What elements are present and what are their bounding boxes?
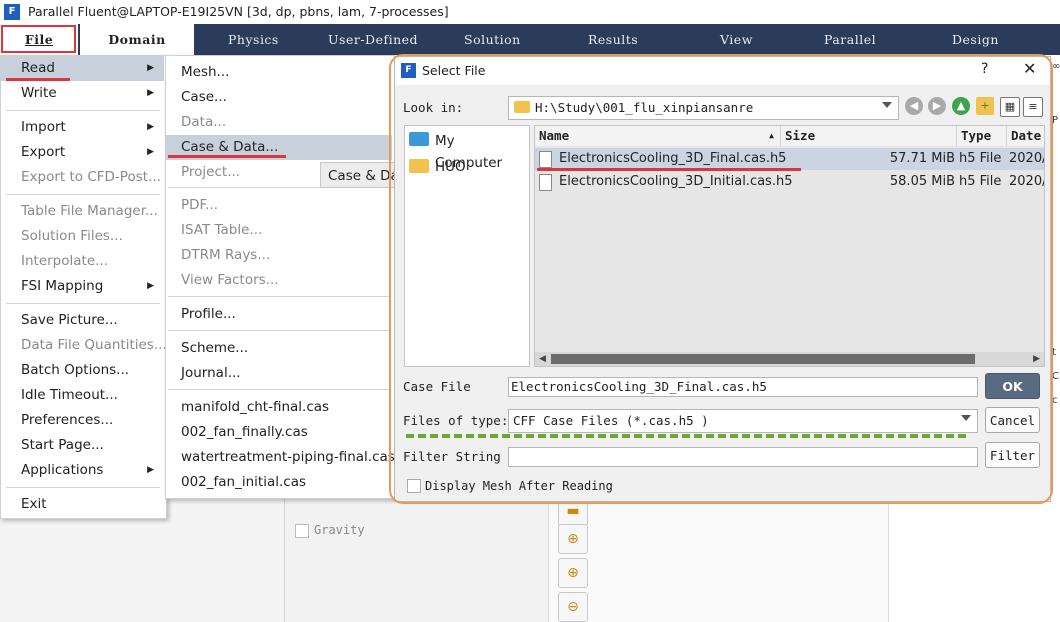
file-tab-highlight-box xyxy=(1,25,76,53)
recent-file-item[interactable]: manifold_cht-final.cas xyxy=(166,395,392,420)
menu-item-fsi-mapping[interactable]: FSI Mapping ▶ xyxy=(1,274,164,299)
right-edge-panel: ∞ P t C c xyxy=(1052,55,1060,496)
submenu-item-pdf: PDF... xyxy=(181,197,219,213)
gravity-label: Gravity xyxy=(314,523,365,537)
submenu-item-isat-table: ISAT Table... xyxy=(181,222,263,238)
window-title: Parallel Fluent@LAPTOP-E19I25VN [3d, dp,… xyxy=(28,4,449,19)
submenu-item-journal[interactable]: Journal... xyxy=(166,361,392,386)
console-panel xyxy=(888,496,1060,622)
menu-item-idle-timeout[interactable]: Idle Timeout... xyxy=(1,383,164,408)
tab-physics[interactable]: Physics xyxy=(228,24,279,55)
zoom-fit-icon[interactable]: ⊕ xyxy=(558,524,588,554)
menu-item-export[interactable]: Export ▶ xyxy=(1,140,164,165)
case-data-tooltip: Case & Da xyxy=(320,162,396,188)
menu-item-solution-files: Solution Files... xyxy=(21,228,123,244)
menu-item-import[interactable]: Import ▶ xyxy=(1,115,164,140)
zoom-in-icon[interactable]: ⊕ xyxy=(558,558,588,588)
tab-design[interactable]: Design xyxy=(952,24,999,55)
menu-item-save-picture[interactable]: Save Picture... xyxy=(1,308,164,333)
menu-item-batch-options[interactable]: Batch Options... xyxy=(1,358,164,383)
menu-item-exit[interactable]: Exit xyxy=(1,492,164,517)
menu-item-interpolate: Interpolate... xyxy=(21,253,109,269)
submenu-item-scheme[interactable]: Scheme... xyxy=(166,336,392,361)
dialog-orange-highlight xyxy=(389,54,1053,504)
fluent-app-icon: F xyxy=(4,4,20,20)
zoom-out-icon[interactable]: ⊖ xyxy=(558,592,588,622)
submenu-item-dtrm-rays: DTRM Rays... xyxy=(181,247,271,263)
read-submenu: Mesh... Case... Data... Case & Data... P… xyxy=(165,55,395,499)
recent-file-item[interactable]: 002_fan_initial.cas xyxy=(166,470,392,495)
file-menu: Read ▶ Write ▶ Import ▶ Export ▶ Export to C… xyxy=(0,55,167,519)
submenu-item-mesh[interactable]: Mesh... xyxy=(166,60,392,85)
task-panel xyxy=(284,496,549,622)
submenu-item-view-factors: View Factors... xyxy=(181,272,279,288)
menu-item-data-file-quantities: Data File Quantities... xyxy=(21,337,167,353)
tab-domain[interactable]: Domain xyxy=(80,24,194,55)
ribbon-tab-bar: File Domain Physics User-Defined Solutio… xyxy=(0,24,1060,55)
case-data-underline-highlight xyxy=(168,155,286,158)
submenu-item-data: Data... xyxy=(181,114,227,130)
submenu-item-case[interactable]: Case... xyxy=(166,85,392,110)
menu-item-preferences[interactable]: Preferences... xyxy=(1,408,164,433)
tab-solution[interactable]: Solution xyxy=(464,24,521,55)
menu-item-start-page[interactable]: Start Page... xyxy=(1,433,164,458)
submenu-item-profile[interactable]: Profile... xyxy=(166,302,392,327)
menu-item-applications[interactable]: Applications ▶ xyxy=(1,458,164,483)
menu-item-table-file-manager: Table File Manager... xyxy=(21,203,158,219)
gravity-checkbox[interactable] xyxy=(295,524,309,538)
recent-file-item[interactable]: 002_fan_finally.cas xyxy=(166,420,392,445)
tab-results[interactable]: Results xyxy=(588,24,638,55)
tab-parallel[interactable]: Parallel xyxy=(824,24,876,55)
menu-item-write[interactable]: Write ▶ xyxy=(1,81,164,106)
menu-item-export-cfd-post: Export to CFD-Post... xyxy=(21,169,161,185)
window-title-bar: F Parallel Fluent@LAPTOP-E19I25VN [3d, d… xyxy=(0,0,1060,24)
tab-user-defined[interactable]: User-Defined xyxy=(328,24,418,55)
graphics-toolbar-area: ▬ ⊕ ⊕ ⊖ xyxy=(548,496,889,622)
tab-view[interactable]: View xyxy=(720,24,753,55)
recent-file-item[interactable]: watertreatment-piping-final.cas xyxy=(166,445,395,470)
